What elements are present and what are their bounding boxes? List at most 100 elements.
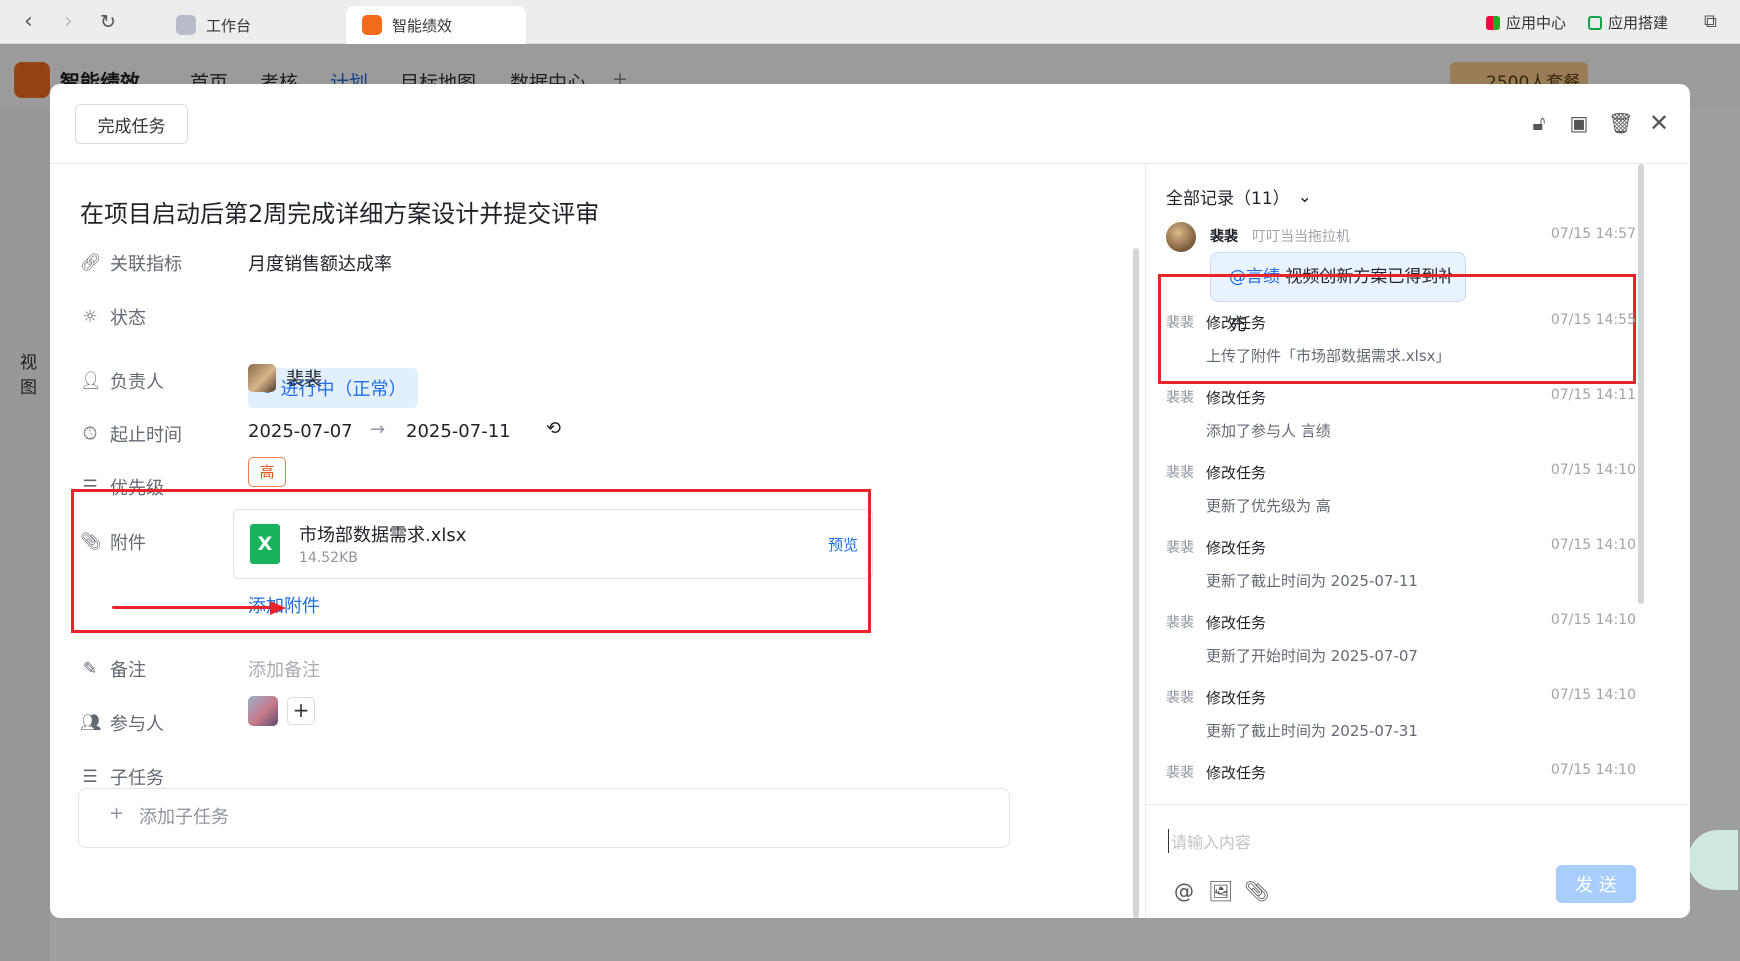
link-icon: 🔗︎ [80, 253, 102, 273]
priority-badge[interactable]: 高 [248, 457, 286, 487]
avatar [1166, 222, 1196, 252]
back-icon[interactable]: ‹ [24, 10, 33, 34]
activity-item: 裴裴 修改任务 07/15 14:11 添加了参与人 言绩 [1166, 387, 1636, 457]
end-date[interactable]: 2025-07-11 [406, 421, 511, 442]
label-text: 起止时间 [110, 425, 182, 446]
activity-item: 裴裴 修改任务 07/15 14:10 更新了开始时间为 2025-07-07 [1166, 612, 1636, 682]
label-text: 状态 [110, 308, 146, 329]
tab-label: 工作台 [206, 16, 252, 35]
activity-action: 修改任务 [1206, 614, 1267, 632]
right-scrollbar[interactable] [1638, 164, 1644, 604]
activity-panel: 全部记录（11） ⌄ 裴裴 叮叮当当拖拉机 07/15 14:57 @言绩 视频… [1146, 164, 1690, 918]
app-center-link[interactable]: 应用中心 [1486, 12, 1566, 33]
add-subtask-box[interactable]: + 添加子任务 [78, 788, 1010, 848]
field-time-label: 🕓︎ 起止时间 [80, 421, 182, 447]
activity-action: 修改任务 [1206, 314, 1267, 332]
app-builder-link[interactable]: 应用搭建 [1588, 12, 1668, 33]
activity-detail: 添加了参与人 言绩 [1206, 422, 1331, 440]
label-text: 子任务 [110, 768, 164, 789]
app-logo [14, 62, 50, 98]
field-metric-label: 🔗︎ 关联指标 [80, 250, 182, 276]
activity-detail: 更新了优先级为 高 [1206, 497, 1331, 515]
avatar [248, 364, 276, 392]
label-text: 负责人 [110, 372, 164, 393]
app-logo-icon [362, 15, 382, 35]
participant-avatar[interactable] [248, 696, 278, 726]
note-icon: ✎ [82, 659, 98, 679]
activity-detail: 上传了附件「市场部数据需求.xlsx」 [1206, 347, 1451, 365]
status-icon: ☼ [82, 307, 98, 327]
activity-action: 修改任务 [1206, 689, 1267, 707]
left-scrollbar[interactable] [1133, 248, 1139, 918]
close-icon[interactable]: ✕ [1648, 111, 1670, 135]
activity-action: 修改任务 [1206, 539, 1267, 557]
label-text: 关联指标 [110, 254, 182, 275]
attach-icon[interactable]: 📎︎ [1244, 879, 1269, 903]
user-icon: 👤︎ [80, 371, 102, 391]
comment-input[interactable]: 请输入内容 [1168, 829, 1251, 853]
app-builder-label: 应用搭建 [1608, 14, 1669, 32]
refresh-icon[interactable]: ↻ [100, 10, 116, 34]
at-mention-icon[interactable]: @ [1174, 879, 1194, 903]
records-filter[interactable]: 全部记录（11） ⌄ [1166, 184, 1312, 210]
label-text: 备注 [110, 660, 146, 681]
activity-item: 裴裴 修改任务 07/15 14:10 更新了截止时间为 2025-07-11 [1166, 537, 1636, 607]
activity-time: 07/15 14:10 [1550, 687, 1636, 703]
activity-time: 07/15 14:10 [1550, 612, 1636, 628]
clock-icon: 🕓︎ [83, 424, 97, 444]
activity-action: 修改任务 [1206, 764, 1267, 782]
field-participants-label: 👥︎ 参与人 [80, 710, 164, 736]
start-date[interactable]: 2025-07-07 [248, 421, 353, 442]
activity-detail: 更新了截止时间为 2025-07-31 [1206, 722, 1418, 740]
task-detail-modal: 完成任务 🔓︎ ▣ 🗑︎ ✕ 在项目启动后第2周完成详细方案设计并提交评审 🔗︎… [50, 84, 1690, 918]
send-button[interactable]: 发 送 [1556, 865, 1636, 903]
browser-tab-workbench[interactable]: 工作台 [160, 6, 267, 44]
field-note-label: ✎ 备注 [80, 656, 146, 682]
plus-icon: + [109, 803, 125, 824]
lock-icon[interactable]: 🔓︎ [1528, 112, 1550, 134]
activity-time: 07/15 14:11 [1550, 387, 1636, 403]
activity-item: 裴裴 修改任务 07/15 14:10 [1166, 762, 1636, 792]
modal-header: 完成任务 🔓︎ ▣ 🗑︎ ✕ [50, 84, 1690, 164]
forward-icon[interactable]: › [64, 10, 73, 34]
comment-author-subtitle: 叮叮当当拖拉机 [1252, 229, 1350, 245]
activity-user: 裴裴 [1166, 390, 1194, 406]
activity-item: 裴裴 修改任务 07/15 14:55 上传了附件「市场部数据需求.xlsx」 [1166, 312, 1636, 382]
left-sidebar-background: 视图 [0, 108, 50, 961]
complete-task-button[interactable]: 完成任务 [75, 104, 188, 144]
workbench-icon [176, 15, 196, 35]
browser-tab-performance[interactable]: 智能绩效 [346, 6, 526, 44]
add-subtask-label: 添加子任务 [139, 807, 229, 828]
owner-name: 裴裴 [286, 369, 322, 390]
owner-value[interactable]: 裴裴 [248, 364, 322, 392]
activity-detail: 更新了截止时间为 2025-07-11 [1206, 572, 1418, 590]
activity-item: 裴裴 修改任务 07/15 14:10 更新了截止时间为 2025-07-31 [1166, 687, 1636, 757]
list-icon: ☰ [82, 767, 98, 787]
repeat-icon[interactable]: ⟲ [546, 418, 561, 439]
add-participant-button[interactable]: + [287, 697, 315, 725]
sidebar-view-label: 视图 [20, 353, 37, 398]
delete-icon[interactable]: 🗑︎ [1608, 112, 1633, 134]
activity-item: 裴裴 修改任务 07/15 14:10 更新了优先级为 高 [1166, 462, 1636, 532]
browser-toolbar: ‹ › ↻ 工作台 智能绩效 应用中心 应用搭建 ⧉ [0, 0, 1740, 44]
activity-time: 07/15 14:55 [1550, 312, 1636, 328]
activity-time: 07/15 14:10 [1550, 762, 1636, 778]
activity-user: 裴裴 [1166, 315, 1194, 331]
fullscreen-icon[interactable]: ▣ [1568, 112, 1590, 134]
label-text: 参与人 [110, 714, 164, 735]
image-icon[interactable]: 🖼︎ [1208, 879, 1233, 903]
external-window-icon[interactable]: ⧉ [1704, 10, 1717, 34]
records-header: 全部记录（11） [1166, 189, 1290, 209]
activity-user: 裴裴 [1166, 765, 1194, 781]
metric-value[interactable]: 月度销售额达成率 [248, 250, 392, 276]
comment-time: 07/15 14:57 [1550, 226, 1636, 242]
activity-time: 07/15 14:10 [1550, 537, 1636, 553]
note-input[interactable]: 添加备注 [248, 656, 320, 682]
activity-detail: 更新了开始时间为 2025-07-07 [1206, 647, 1418, 665]
task-title[interactable]: 在项目启动后第2周完成详细方案设计并提交评审 [80, 194, 599, 229]
comment-author: 裴裴 [1210, 229, 1238, 245]
app-center-label: 应用中心 [1506, 14, 1567, 32]
comment-composer: 请输入内容 @ 🖼︎ 📎︎ 发 送 [1146, 804, 1690, 918]
chevron-down-icon: ⌄ [1297, 186, 1312, 207]
users-icon: 👥︎ [80, 713, 102, 733]
